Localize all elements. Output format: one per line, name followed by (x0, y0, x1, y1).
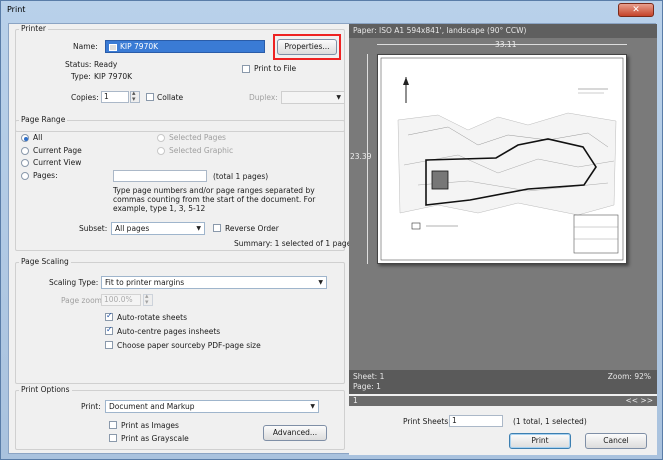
map-drawing-thumbnail (380, 57, 624, 261)
current-view-radio[interactable] (21, 159, 29, 167)
printer-name-dropdown[interactable]: KIP 7970K ▼ (105, 40, 265, 53)
printer-group-legend: Printer (19, 24, 48, 33)
subset-dropdown[interactable]: All pages ▼ (111, 222, 205, 235)
collate-checkbox[interactable] (146, 93, 154, 101)
print-sheets-label: Print Sheets: (403, 417, 451, 426)
status-value: Ready (94, 60, 118, 69)
highlight-box (273, 34, 341, 60)
pages-input[interactable] (113, 170, 207, 182)
choose-paper-source-label: Choose paper sourceby PDF-page size (117, 341, 261, 350)
current-page-label: Current Page (33, 146, 82, 155)
printer-name-value: KIP 7970K (120, 42, 159, 51)
page-range-legend: Page Range (19, 115, 68, 124)
print-to-file-checkbox[interactable] (242, 65, 250, 73)
print-what-label: Print: (81, 402, 101, 411)
selected-pages-radio[interactable] (157, 134, 165, 142)
pages-radio[interactable] (21, 172, 29, 180)
subset-value: All pages (115, 224, 150, 233)
page-zoom-label: Page zoom: (61, 296, 105, 305)
close-button[interactable]: ✕ (618, 3, 654, 17)
selected-graphic-label: Selected Graphic (169, 146, 234, 155)
auto-centre-label: Auto-centre pages insheets (117, 327, 221, 336)
page-zoom-input[interactable]: 100.0% (101, 294, 141, 306)
preview-header: Paper: ISO A1 594x841', landscape (90° C… (349, 24, 657, 38)
zoom-indicator: Zoom: 92% (607, 372, 651, 381)
chevron-down-icon: ▼ (310, 403, 315, 410)
print-to-file-label: Print to File (254, 64, 297, 73)
preview-page-scrollbar[interactable]: 1 << >> (349, 396, 657, 406)
page-range-summary: Summary: 1 selected of 1 pages (234, 239, 356, 248)
page-range-help-text: Type page numbers and/or page ranges sep… (113, 186, 316, 213)
paper-info: Paper: ISO A1 594x841', landscape (90° C… (353, 26, 527, 35)
chevron-down-icon: ▼ (336, 94, 341, 101)
paper-preview (377, 54, 627, 264)
total-pages-label: (total 1 pages) (213, 172, 269, 181)
height-dimension: 23.39 (350, 152, 372, 161)
settings-panel: Printer Name: KIP 7970K ▼ Properties... … (9, 24, 355, 455)
preview-panel: Paper: ISO A1 594x841', landscape (90° C… (349, 24, 657, 455)
copies-label: Copies: (71, 93, 99, 102)
collate-label: Collate (157, 93, 184, 102)
sheet-indicator: Sheet: 1 (353, 372, 385, 381)
duplex-dropdown[interactable]: ▼ (281, 91, 345, 104)
chevron-down-icon: ▼ (318, 279, 323, 286)
page-nav-arrows[interactable]: << >> (625, 396, 653, 405)
page-indicator: Page: 1 (353, 382, 381, 391)
current-page-radio[interactable] (21, 147, 29, 155)
print-as-images-checkbox[interactable] (109, 421, 117, 429)
print-what-dropdown[interactable]: Document and Markup ▼ (105, 400, 319, 413)
subset-label: Subset: (79, 224, 108, 233)
print-as-images-label: Print as Images (121, 421, 179, 430)
page-zoom-spinner[interactable] (143, 292, 153, 306)
chevron-down-icon: ▼ (196, 225, 201, 232)
advanced-button[interactable]: Advanced... (263, 425, 327, 441)
scaling-type-dropdown[interactable]: Fit to printer margins ▼ (101, 276, 327, 289)
scaling-type-label: Scaling Type: (49, 278, 99, 287)
scrollbar-page-number: 1 (353, 396, 358, 405)
print-as-grayscale-label: Print as Grayscale (121, 434, 189, 443)
reverse-order-checkbox[interactable] (213, 224, 221, 232)
print-what-value: Document and Markup (109, 402, 195, 411)
type-label: Type: (71, 72, 91, 81)
preview-area: Paper: ISO A1 594x841', landscape (90° C… (349, 24, 657, 394)
printer-icon (109, 43, 117, 51)
print-as-grayscale-checkbox[interactable] (109, 434, 117, 442)
cancel-button[interactable]: Cancel (585, 433, 647, 449)
print-options-legend: Print Options (19, 385, 72, 394)
print-sheets-summary: (1 total, 1 selected) (513, 417, 587, 426)
status-label: Status: (65, 60, 92, 69)
auto-centre-checkbox[interactable] (105, 325, 113, 335)
pages-label: Pages: (33, 171, 58, 180)
print-sheets-input[interactable]: 1 (449, 415, 503, 427)
copies-spinner[interactable] (130, 89, 140, 103)
preview-footer: Sheet: 1 Page: 1 Zoom: 92% (349, 370, 657, 394)
print-button[interactable]: Print (509, 433, 571, 449)
title-bar: Print ✕ (1, 1, 662, 23)
selected-pages-label: Selected Pages (169, 133, 226, 142)
width-dimension: 33.11 (495, 40, 517, 49)
printer-name-label: Name: (73, 42, 98, 51)
duplex-label: Duplex: (249, 93, 278, 102)
reverse-order-label: Reverse Order (225, 224, 279, 233)
window-title: Print (7, 5, 26, 14)
type-value: KIP 7970K (94, 72, 133, 81)
copies-input[interactable]: 1 (101, 91, 129, 103)
print-dialog-window: Print ✕ Printer Name: KIP 7970K ▼ Proper… (0, 0, 663, 460)
auto-rotate-label: Auto-rotate sheets (117, 313, 187, 322)
page-range-all-radio[interactable] (21, 134, 29, 142)
auto-rotate-checkbox[interactable] (105, 311, 113, 321)
dialog-client-area: Printer Name: KIP 7970K ▼ Properties... … (8, 23, 657, 455)
selected-graphic-radio[interactable] (157, 147, 165, 155)
choose-paper-source-checkbox[interactable] (105, 341, 113, 349)
page-scaling-legend: Page Scaling (19, 257, 71, 266)
page-range-all-label: All (33, 133, 43, 142)
current-view-label: Current View (33, 158, 82, 167)
scaling-type-value: Fit to printer margins (105, 278, 185, 287)
